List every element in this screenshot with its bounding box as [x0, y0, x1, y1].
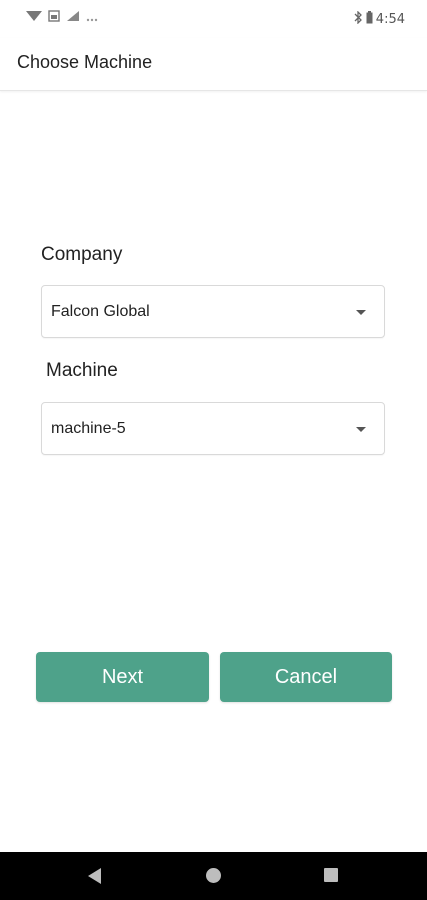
back-icon[interactable] [88, 868, 101, 884]
wifi-icon [26, 10, 42, 26]
company-label: Company [41, 244, 123, 265]
recents-icon[interactable] [324, 868, 338, 882]
battery-icon [366, 11, 373, 28]
caret-down-icon [356, 427, 366, 432]
system-nav-bar [0, 852, 427, 900]
home-icon[interactable] [206, 868, 221, 883]
app-bar: Choose Machine [0, 38, 427, 91]
cancel-button[interactable]: Cancel [220, 652, 392, 702]
machine-select[interactable]: machine-5 [41, 402, 385, 455]
status-left-icons [26, 10, 98, 26]
status-bar: 4:54 [0, 0, 427, 38]
page-title: Choose Machine [17, 52, 153, 72]
machine-select-value: machine-5 [51, 420, 126, 437]
status-right-icons: 4:54 [354, 10, 405, 28]
signal-icon [66, 10, 80, 26]
status-time: 4:54 [375, 12, 405, 27]
more-icon [86, 11, 98, 26]
company-select-value: Falcon Global [51, 303, 150, 320]
next-button[interactable]: Next [36, 652, 209, 702]
screen: 4:54 Choose Machine Company Falcon Globa… [0, 0, 427, 900]
caret-down-icon [356, 310, 366, 315]
company-select[interactable]: Falcon Global [41, 285, 385, 338]
sim-icon [48, 10, 60, 26]
machine-label: Machine [46, 360, 118, 381]
bluetooth-icon [354, 10, 363, 28]
